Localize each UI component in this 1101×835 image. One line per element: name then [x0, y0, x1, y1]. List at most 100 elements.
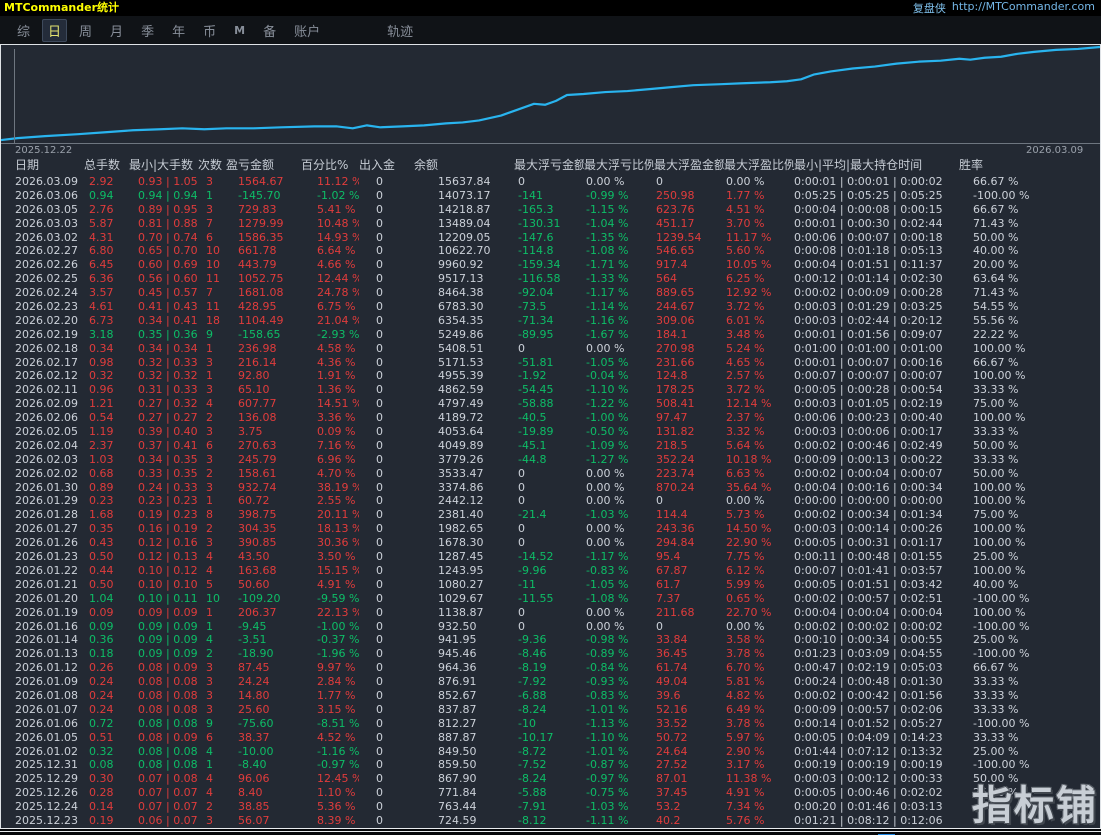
table-row[interactable]: 2026.03.02 4.31 0.70 | 0.74 6 1586.35 14.93 %… [1, 231, 1100, 245]
table-row[interactable]: 2026.03.09 2.92 0.93 | 1.05 3 1564.67 11.12 %… [1, 175, 1100, 189]
column-header[interactable]: 出入金 [359, 156, 414, 175]
table-row[interactable]: 2026.02.18 0.34 0.34 | 0.34 1 236.98 4.58 % 0 5… [1, 342, 1100, 356]
menu-tab-3[interactable]: 周 [73, 19, 98, 42]
cell: 2026.01.07 [15, 702, 78, 716]
table-row[interactable]: 2026.02.26 6.45 0.60 | 0.69 10 443.79 4.66 % 0… [1, 258, 1100, 272]
cell: 0 [376, 452, 383, 466]
cell: 0.18 [89, 647, 114, 661]
table-row[interactable]: 2025.12.31 0.08 0.08 | 0.08 1 -8.40 -0.97 % 0 8… [1, 758, 1100, 772]
cell: 0.33 | 0.35 [138, 466, 198, 480]
table-row[interactable]: 2026.02.09 1.21 0.27 | 0.32 4 607.77 14.51 % 0… [1, 397, 1100, 411]
chart-x-axis [1, 143, 1100, 144]
column-header[interactable]: 次数 [198, 156, 226, 175]
table-row[interactable]: 2026.01.27 0.35 0.16 | 0.19 2 304.35 18.13 % 0… [1, 522, 1100, 536]
cell: -71.34 [518, 313, 554, 327]
column-header[interactable]: 总手数 [84, 156, 129, 175]
table-row[interactable]: 2026.03.06 0.94 0.94 | 0.94 1 -145.70 -1.02 %… [1, 189, 1100, 203]
column-header[interactable]: 最小|大手数 [129, 156, 198, 175]
cell: 0 [376, 730, 383, 744]
table-row[interactable]: 2026.01.23 0.50 0.12 | 0.13 4 43.50 3.50 % 0 12… [1, 550, 1100, 564]
table-row[interactable]: 2026.02.03 1.03 0.34 | 0.35 3 245.79 6.96 % 0 3… [1, 453, 1100, 467]
table-row[interactable]: 2026.02.06 0.54 0.27 | 0.27 2 136.08 3.36 % 0 4… [1, 411, 1100, 425]
menu-tab-6[interactable]: 年 [166, 19, 191, 42]
table-row[interactable]: 2026.02.11 0.96 0.31 | 0.33 3 65.10 1.36 % 0 48… [1, 383, 1100, 397]
cell: -0.50 % [586, 425, 629, 439]
table-row[interactable]: 2026.01.02 0.32 0.08 | 0.08 4 -10.00 -1.16 % 0… [1, 745, 1100, 759]
table-row[interactable]: 2026.01.13 0.18 0.09 | 0.09 2 -18.90 -1.96 % 0… [1, 647, 1100, 661]
table-row[interactable]: 2026.03.03 5.87 0.81 | 0.88 7 1279.99 10.48 %… [1, 217, 1100, 231]
cell: 50.72 [656, 730, 688, 744]
table-row[interactable]: 2026.01.21 0.50 0.10 | 0.10 5 50.60 4.91 % 0 10… [1, 578, 1100, 592]
cell: 0.36 [89, 633, 114, 647]
table-row[interactable]: 2026.02.20 6.73 0.34 | 0.41 18 1104.49 21.04 … [1, 314, 1100, 328]
table-row[interactable]: 2025.12.29 0.30 0.07 | 0.08 4 96.06 12.45 % 0 8… [1, 772, 1100, 786]
table-row[interactable]: 2026.01.12 0.26 0.08 | 0.09 3 87.45 9.97 % 0 96… [1, 661, 1100, 675]
column-header[interactable]: 最大浮盈比例 [724, 156, 794, 175]
brand-url[interactable]: http://MTCommander.com [952, 0, 1095, 16]
cell: -54.45 [518, 383, 554, 397]
menu-tab-track[interactable]: 轨迹 [381, 19, 419, 42]
column-header[interactable]: 日期 [15, 156, 84, 175]
table-row[interactable]: 2026.02.23 4.61 0.41 | 0.43 11 428.95 6.75 % 0… [1, 300, 1100, 314]
table-row[interactable]: 2026.01.20 1.04 0.10 | 0.11 10 -109.20 -9.59 … [1, 592, 1100, 606]
table-row[interactable]: 2025.12.24 0.14 0.07 | 0.07 2 38.85 5.36 % 0 76… [1, 800, 1100, 814]
table-row[interactable]: 2026.01.26 0.43 0.12 | 0.16 3 390.85 30.36 % 0… [1, 536, 1100, 550]
bottom-border-line [0, 831, 1101, 832]
table-row[interactable]: 2026.02.19 3.18 0.35 | 0.36 9 -158.65 -2.93 %… [1, 328, 1100, 342]
table-row[interactable]: 2026.02.12 0.32 0.32 | 0.32 1 92.80 1.91 % 0 49… [1, 369, 1100, 383]
table-row[interactable]: 2026.01.14 0.36 0.09 | 0.09 4 -3.51 -0.37 % 0 9… [1, 633, 1100, 647]
table-row[interactable]: 2026.01.05 0.51 0.08 | 0.09 6 38.37 4.52 % 0 88… [1, 731, 1100, 745]
column-header[interactable]: 最大浮亏比例 [584, 156, 654, 175]
cell: -1.15 % [586, 202, 629, 216]
menu-tab-1[interactable]: 综 [11, 19, 36, 42]
column-header[interactable]: 最大浮盈金额 [654, 156, 724, 175]
menu-tab-7[interactable]: 币 [197, 19, 222, 42]
menu-bar: 综日周月季年币 M 备账户 轨迹 [0, 16, 1101, 44]
table-row[interactable]: 2026.02.02 0.68 0.33 | 0.35 2 158.61 4.70 % 0 3… [1, 467, 1100, 481]
cell: 9517.13 [438, 272, 484, 286]
cell: 3 [206, 480, 213, 494]
cell: 2026.02.11 [15, 383, 78, 397]
menu-tab-2[interactable]: 日 [42, 18, 68, 42]
menu-tab-9[interactable]: 备 [257, 19, 282, 42]
table-row[interactable]: 2026.01.08 0.24 0.08 | 0.08 3 14.80 1.77 % 0 85… [1, 689, 1100, 703]
cell: 724.59 [438, 813, 477, 827]
table-row[interactable]: 2026.02.24 3.57 0.45 | 0.57 7 1681.08 24.78 %… [1, 286, 1100, 300]
cell: -1.01 % [586, 702, 629, 716]
cell: 25.60 [238, 702, 270, 716]
table-row[interactable]: 2026.02.05 1.19 0.39 | 0.40 3 3.75 0.09 % 0 405… [1, 425, 1100, 439]
cell: 2026.01.27 [15, 522, 78, 536]
table-row[interactable]: 2026.01.30 0.89 0.24 | 0.33 3 932.74 38.19 % 0… [1, 481, 1100, 495]
table-row[interactable]: 2026.01.06 0.72 0.08 | 0.08 9 -75.60 -8.51 % 0… [1, 717, 1100, 731]
menu-tab-4[interactable]: 月 [104, 19, 129, 42]
cell: -1.03 % [586, 800, 629, 814]
table-row[interactable]: 2026.03.05 2.76 0.89 | 0.95 3 729.83 5.41 % 0 1… [1, 203, 1100, 217]
table-row[interactable]: 2026.02.25 6.36 0.56 | 0.60 11 1052.75 12.44 … [1, 272, 1100, 286]
table-row[interactable]: 2025.12.26 0.28 0.07 | 0.07 4 8.40 1.10 % 0 771… [1, 786, 1100, 800]
menu-tab-5[interactable]: 季 [135, 19, 160, 42]
table-row[interactable]: 2026.01.19 0.09 0.09 | 0.09 1 206.37 22.13 % 0… [1, 606, 1100, 620]
cell: 4.82 % [726, 688, 765, 702]
column-header[interactable]: 余额 [414, 156, 514, 175]
cell: 4 [206, 786, 213, 800]
table-row[interactable]: 2026.02.17 0.98 0.32 | 0.33 3 216.14 4.36 % 0 5… [1, 356, 1100, 370]
column-header[interactable]: 最小|平均|最大持仓时间 [794, 156, 959, 175]
menu-tab-8[interactable]: M [228, 22, 251, 39]
table-row[interactable]: 2026.01.09 0.24 0.08 | 0.08 3 24.24 2.84 % 0 87… [1, 675, 1100, 689]
cell: 0.00 % [726, 175, 765, 188]
column-header[interactable]: 最大浮亏金额 [514, 156, 584, 175]
table-row[interactable]: 2026.01.28 1.68 0.19 | 0.23 8 398.75 20.11 % 0… [1, 508, 1100, 522]
table-row[interactable]: 2026.01.16 0.09 0.09 | 0.09 1 -9.45 -1.00 % 0 9… [1, 620, 1100, 634]
table-row[interactable]: 2026.01.22 0.44 0.10 | 0.12 4 163.68 15.15 % 0… [1, 564, 1100, 578]
table-row[interactable]: 2026.02.27 6.80 0.65 | 0.70 10 661.78 6.64 % 0… [1, 244, 1100, 258]
table-row[interactable]: 2026.02.04 2.37 0.37 | 0.41 6 270.63 7.16 % 0 4… [1, 439, 1100, 453]
cell: 0.10 | 0.11 [138, 591, 198, 605]
column-header[interactable]: 盈亏金额 [226, 156, 301, 175]
menu-tab-10[interactable]: 账户 [288, 19, 326, 42]
cell: 0.08 | 0.08 [138, 688, 198, 702]
table-row[interactable]: 2025.12.23 0.19 0.06 | 0.07 3 56.07 8.39 % 0 72… [1, 814, 1100, 828]
table-row[interactable]: 2026.01.29 0.23 0.23 | 0.23 1 60.72 2.55 % 0 24… [1, 494, 1100, 508]
column-header[interactable]: 百分比% [301, 156, 359, 175]
table-row[interactable]: 2026.01.07 0.24 0.08 | 0.08 3 25.60 3.15 % 0 83… [1, 703, 1100, 717]
column-header[interactable]: 胜率 [959, 156, 1100, 175]
